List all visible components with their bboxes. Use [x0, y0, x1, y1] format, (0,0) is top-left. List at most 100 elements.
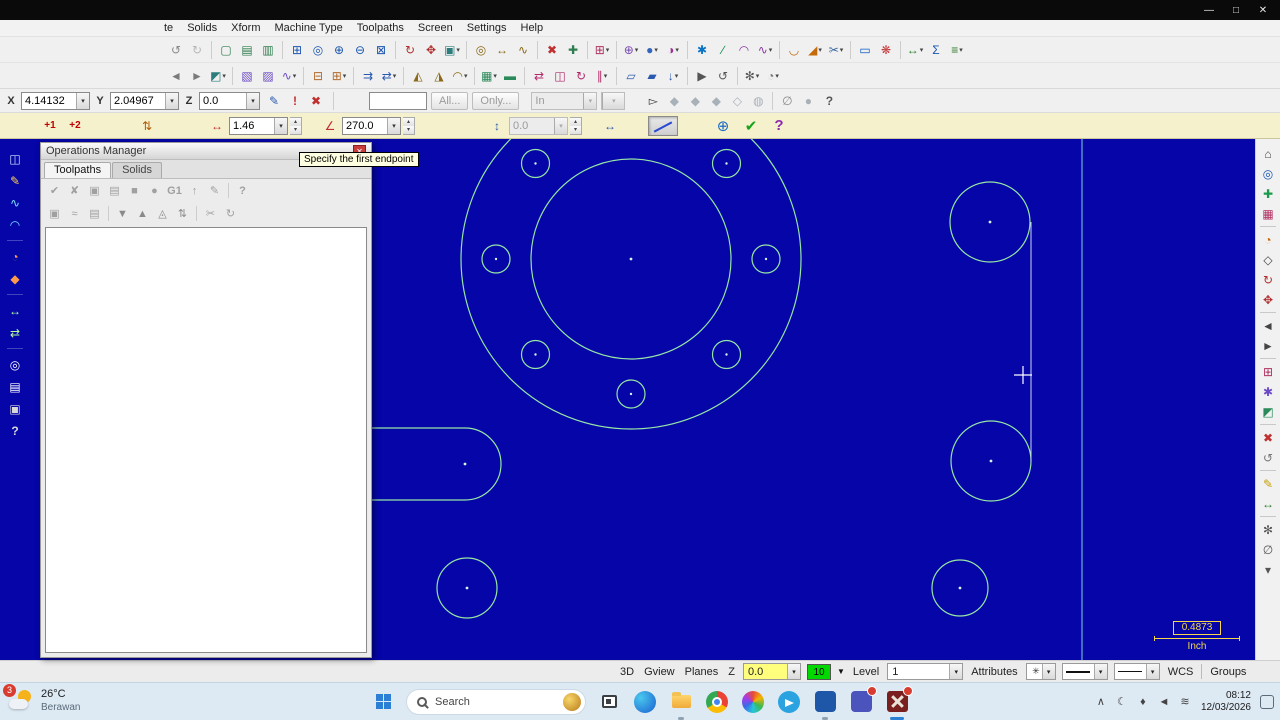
- group-manage-icon[interactable]: ⊞ ▾: [329, 66, 349, 86]
- angle-input[interactable]: [343, 119, 387, 132]
- ops-fill-icon[interactable]: ■: [125, 182, 144, 200]
- analyze-dynamic-icon[interactable]: ∿: [513, 40, 533, 60]
- pan-icon[interactable]: ✥: [421, 40, 441, 60]
- messaging-app-button[interactable]: [848, 685, 877, 715]
- fastpoint-icon[interactable]: ✎: [264, 91, 284, 111]
- z-depth-icon[interactable]: ↕: [487, 116, 507, 136]
- z-depth-dropdown-arrow-icon[interactable]: ▾: [787, 664, 800, 679]
- length-icon[interactable]: ↔: [207, 116, 227, 136]
- ribbon-z-dropdown-arrow-icon[interactable]: ▾: [554, 117, 567, 134]
- xform-rotate-icon[interactable]: ↻: [571, 66, 591, 86]
- level-copy-icon[interactable]: ⇄ ▾: [379, 66, 399, 86]
- next-view-icon[interactable]: ►: [187, 66, 207, 86]
- offset-direction-icon[interactable]: ↔: [600, 116, 620, 136]
- clock-widget[interactable]: 08:12 12/03/2026: [1201, 690, 1251, 714]
- dimension-icon[interactable]: ↔ ▾: [905, 40, 925, 60]
- toolpath-drill-icon[interactable]: ↓ ▾: [663, 66, 683, 86]
- groups-button[interactable]: Groups: [1208, 666, 1248, 678]
- create-letters-icon[interactable]: ❋: [876, 40, 896, 60]
- select-none-icon[interactable]: ∅: [777, 91, 797, 111]
- side-analyze-icon[interactable]: ◫: [4, 149, 26, 168]
- word-button[interactable]: [812, 689, 838, 720]
- view-3d-button[interactable]: 3D: [618, 666, 636, 678]
- fit-screen-icon[interactable]: ⌂: [1258, 144, 1278, 163]
- apply-icon[interactable]: ⊕: [712, 116, 734, 136]
- graphics-area[interactable]: 0.4873 Inch ◫ ✎ ∿ ◠ ◔ ◆ ↔ ⇄ ◎ ▤ ▣? Operations Mana…: [0, 139, 1280, 660]
- ops-cut-icon[interactable]: ✂: [201, 205, 220, 223]
- xform-mirror-icon[interactable]: ◫: [550, 66, 570, 86]
- x-coordinate-input[interactable]: [22, 94, 76, 107]
- undo-icon[interactable]: ↺: [166, 40, 186, 60]
- save-file-icon[interactable]: ▥: [258, 40, 278, 60]
- create-rectangle-icon[interactable]: ▭: [855, 40, 875, 60]
- override-icon[interactable]: ✖: [306, 91, 326, 111]
- undo-view-icon[interactable]: ↺: [1258, 448, 1278, 467]
- ops-lock-icon[interactable]: ▣: [45, 205, 64, 223]
- dropdown-arrow-icon[interactable]: ▾: [293, 72, 297, 80]
- length-input[interactable]: [230, 119, 274, 132]
- ops-select-all-icon[interactable]: ✔: [45, 182, 64, 200]
- dropdown-arrow-icon[interactable]: ▾: [456, 46, 460, 54]
- menu-solids[interactable]: Solids: [181, 21, 223, 35]
- autocursor-config-icon[interactable]: !: [285, 91, 305, 111]
- ops-save-icon[interactable]: ▤: [85, 205, 104, 223]
- dropdown-arrow-icon[interactable]: ▾: [604, 72, 608, 80]
- side-help-icon[interactable]: ?: [4, 421, 26, 440]
- ops-toggle-post-icon[interactable]: ▤: [105, 182, 124, 200]
- side-screen-icon[interactable]: ▣: [4, 399, 26, 418]
- ops-regen-icon[interactable]: ↻: [221, 205, 240, 223]
- ops-toggle-lock-icon[interactable]: ▣: [85, 182, 104, 200]
- mini-dropdown-arrow-icon[interactable]: ▾: [602, 92, 625, 109]
- more-tools-icon[interactable]: ▾: [1258, 560, 1278, 579]
- y-dropdown-arrow-icon[interactable]: ▾: [165, 92, 178, 109]
- measure-tool-icon[interactable]: ↔: [1258, 494, 1278, 513]
- list-view-icon[interactable]: ≡ ▾: [947, 40, 967, 60]
- group-create-icon[interactable]: ⊟: [308, 66, 328, 86]
- previous-view-icon[interactable]: ◄: [1258, 316, 1278, 335]
- dropdown-arrow-icon[interactable]: ▾: [775, 72, 779, 80]
- repaint-screen-icon[interactable]: ✚: [1258, 184, 1278, 203]
- attributes-button[interactable]: Attributes: [969, 666, 1019, 678]
- menu-help[interactable]: Help: [515, 21, 550, 35]
- dropdown-arrow-icon[interactable]: ▾: [493, 72, 497, 80]
- note-tool-icon[interactable]: ✎: [1258, 474, 1278, 493]
- zoom-target-icon[interactable]: ◎: [308, 40, 328, 60]
- dropdown-arrow-icon[interactable]: ▾: [222, 72, 226, 80]
- create-arc-icon[interactable]: ◠: [734, 40, 754, 60]
- ops-swap-icon[interactable]: ⇅: [173, 205, 192, 223]
- dropdown-arrow-icon[interactable]: ▾: [840, 46, 844, 54]
- delete-selected-icon[interactable]: ✖: [1258, 428, 1278, 447]
- dropdown-arrow-icon[interactable]: ▾: [635, 46, 639, 54]
- select-window-icon[interactable]: ▧: [237, 66, 257, 86]
- point-style-dropdown-arrow-icon[interactable]: ▾: [1041, 664, 1055, 679]
- side-arc-icon[interactable]: ◠: [4, 215, 26, 234]
- view-manager-icon[interactable]: ◩ ▾: [208, 66, 228, 86]
- color-cycle-icon[interactable]: ◩: [1258, 402, 1278, 421]
- dropdown-arrow-icon[interactable]: ▾: [818, 46, 822, 54]
- taskbar-search-box[interactable]: Search: [406, 688, 586, 715]
- dropdown-arrow-icon[interactable]: ▾: [464, 72, 468, 80]
- side-xform-icon[interactable]: ⇄: [4, 323, 26, 342]
- ops-g1-icon[interactable]: G1: [165, 182, 184, 200]
- dropdown-arrow-icon[interactable]: ▾: [769, 46, 773, 54]
- level-button[interactable]: Level: [851, 666, 881, 678]
- select-chain-icon[interactable]: ∿ ▾: [279, 66, 299, 86]
- toolpath-pocket-icon[interactable]: ▰: [642, 66, 662, 86]
- new-file-icon[interactable]: ▢: [216, 40, 236, 60]
- wcs-button[interactable]: WCS: [1166, 666, 1196, 678]
- trim-break-icon[interactable]: ✂ ▾: [826, 40, 846, 60]
- blank-entity-icon[interactable]: ▦: [1258, 204, 1278, 223]
- tab-toolpaths[interactable]: Toolpaths: [44, 162, 112, 178]
- prev-view-icon[interactable]: ◄: [166, 66, 186, 86]
- second-endpoint-icon[interactable]: +2: [63, 116, 87, 136]
- wireframe-icon[interactable]: ◇: [1258, 250, 1278, 269]
- dropdown-arrow-icon[interactable]: ▾: [654, 46, 658, 54]
- close-button[interactable]: ✕: [1250, 2, 1276, 18]
- config-icon[interactable]: ✻ ▾: [742, 66, 762, 86]
- ribbon-more-icon[interactable]: ◔ ▾: [763, 66, 783, 86]
- menu-xform[interactable]: Xform: [225, 21, 266, 35]
- quickmask-center-icon[interactable]: ◆: [685, 91, 705, 111]
- ribbon-help-icon[interactable]: ?: [768, 116, 790, 136]
- dropdown-arrow-icon[interactable]: ▾: [920, 46, 924, 54]
- x-dropdown-arrow-icon[interactable]: ▾: [76, 92, 89, 109]
